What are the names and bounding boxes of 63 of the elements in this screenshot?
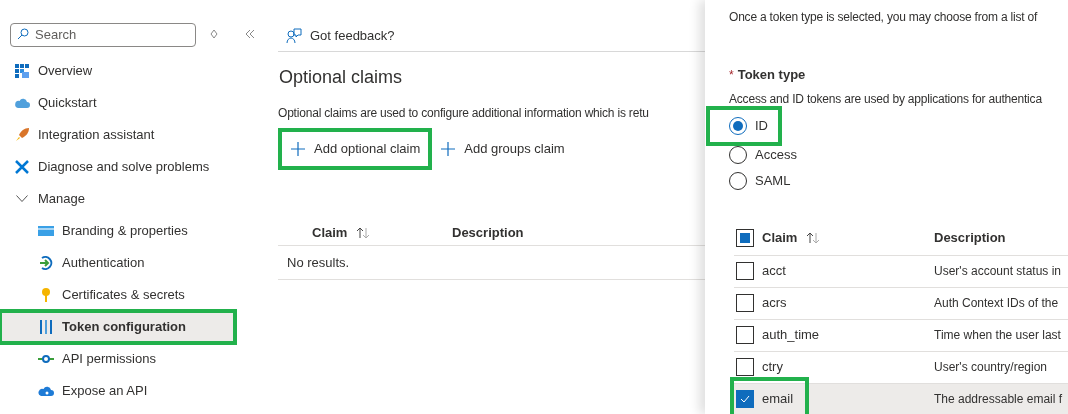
column-header[interactable]: Description bbox=[452, 222, 524, 243]
feedback-link[interactable]: Got feedback? bbox=[310, 26, 395, 46]
add-button[interactable]: Add optional claim bbox=[278, 128, 433, 170]
checkbox[interactable] bbox=[736, 262, 754, 280]
nav-item[interactable]: API permissions bbox=[0, 342, 260, 375]
column-header[interactable]: Claim bbox=[762, 228, 798, 248]
plus-icon bbox=[290, 141, 306, 157]
rocket-icon bbox=[14, 126, 30, 143]
plus-icon bbox=[440, 141, 457, 157]
claim-description: The addressable email f bbox=[934, 391, 1063, 408]
token-description: Access and ID tokens are used by applications for authentica bbox=[729, 90, 1043, 108]
claim-name: acrs bbox=[762, 294, 787, 313]
claim-name: ctry bbox=[762, 358, 783, 377]
nav-item[interactable]: Integration assistant bbox=[0, 118, 260, 151]
nav-item[interactable]: Authentication bbox=[0, 246, 260, 279]
radio-option[interactable]: Access bbox=[710, 141, 807, 168]
page-title: Optional claims bbox=[278, 66, 404, 89]
radio-option[interactable]: SAML bbox=[710, 167, 801, 194]
nav-item[interactable]: Expose an API bbox=[0, 374, 260, 407]
grid-icon bbox=[14, 62, 30, 79]
sort-icon[interactable] bbox=[805, 232, 822, 244]
intro-text: Once a token type is selected, you may choose from a list of bbox=[729, 9, 1039, 26]
claim-row[interactable]: acct User's account status in bbox=[734, 255, 1068, 288]
claim-name: email bbox=[762, 390, 794, 409]
claim-name: acct bbox=[762, 262, 786, 281]
nav-group[interactable]: Manage bbox=[0, 182, 260, 215]
search-icon bbox=[17, 28, 29, 40]
select-all-checkbox[interactable] bbox=[736, 229, 754, 247]
nav-item[interactable]: Overview bbox=[0, 54, 260, 87]
search-field[interactable]: Search bbox=[10, 22, 196, 47]
claim-row[interactable]: auth_time Time when the user last bbox=[734, 319, 1068, 352]
nav-item[interactable]: Token configuration bbox=[0, 310, 235, 343]
nav-item[interactable]: Diagnose and solve problems bbox=[0, 150, 260, 183]
field-label: Token type bbox=[737, 66, 806, 84]
collapse-icon[interactable] bbox=[244, 28, 256, 41]
bars-icon bbox=[38, 318, 54, 335]
checkbox[interactable] bbox=[736, 390, 754, 408]
claim-row[interactable]: ctry User's country/region bbox=[734, 351, 1068, 384]
nav-item[interactable]: Branding & properties bbox=[0, 214, 260, 247]
checkbox[interactable] bbox=[736, 358, 754, 376]
description-text: Optional claims are used to configure additional information which is retu bbox=[278, 105, 650, 122]
claim-name: auth_time bbox=[762, 326, 820, 345]
add-button[interactable]: Add groups claim bbox=[432, 128, 573, 170]
nav-item[interactable]: Quickstart bbox=[0, 86, 260, 119]
column-header[interactable]: Description bbox=[934, 228, 1006, 248]
required-mark: * bbox=[729, 66, 734, 84]
column-header[interactable]: Claim bbox=[312, 222, 348, 243]
chevron-icon bbox=[16, 195, 28, 202]
arrow-circle-icon bbox=[38, 254, 54, 271]
claim-row[interactable]: acrs Auth Context IDs of the bbox=[734, 287, 1068, 320]
claim-description: Time when the user last bbox=[934, 327, 1061, 344]
sort-icon[interactable] bbox=[355, 226, 372, 239]
feedback-icon bbox=[286, 28, 302, 44]
diamond-icon[interactable] bbox=[208, 28, 220, 41]
tools-icon bbox=[14, 158, 30, 175]
empty-message: No results. bbox=[287, 253, 350, 272]
claim-description: User's account status in bbox=[934, 263, 1061, 280]
nav-item[interactable]: Certificates & secrets bbox=[0, 278, 260, 311]
claim-description: Auth Context IDs of the bbox=[934, 295, 1059, 312]
check-icon bbox=[739, 393, 751, 405]
checkbox[interactable] bbox=[736, 326, 754, 344]
checkbox[interactable] bbox=[736, 294, 754, 312]
claim-description: User's country/region bbox=[934, 359, 1047, 376]
